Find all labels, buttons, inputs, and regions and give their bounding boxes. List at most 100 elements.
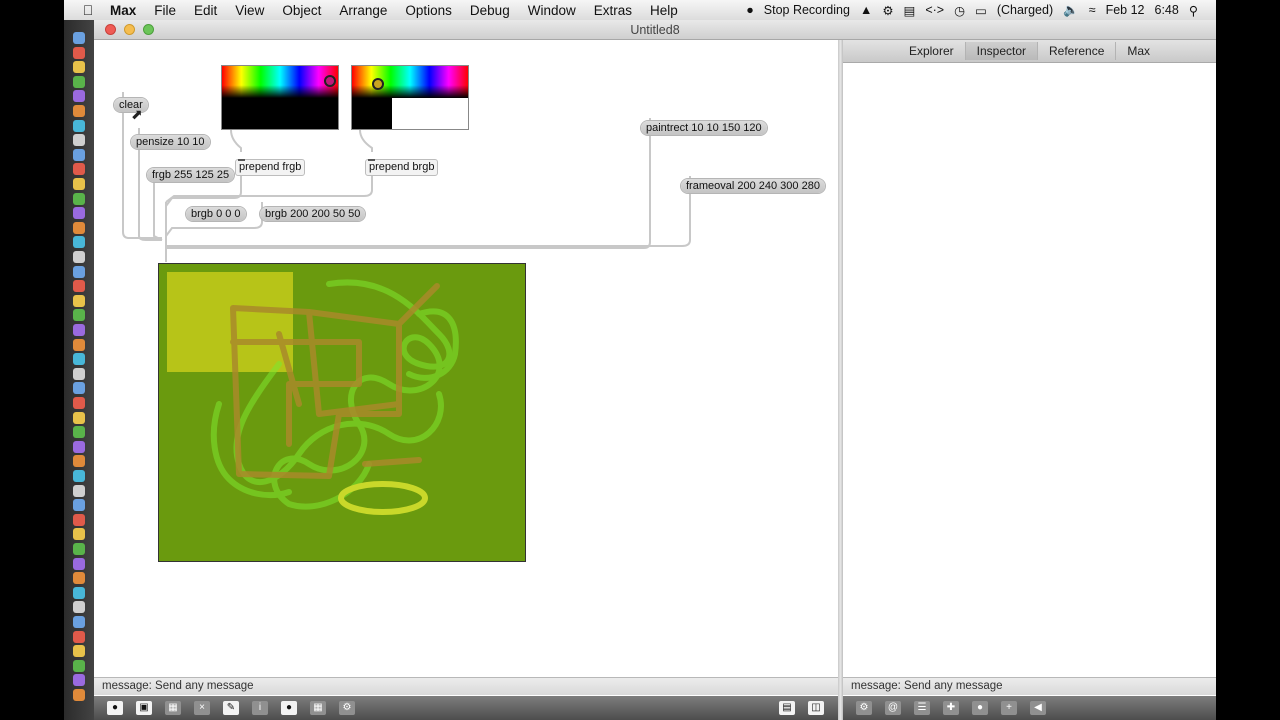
brgb-black-message[interactable]: brgb 0 0 0	[186, 207, 246, 221]
background-color-swatch[interactable]	[351, 65, 469, 130]
dock-app-icon[interactable]	[73, 645, 85, 658]
dock-app-icon[interactable]	[73, 163, 85, 176]
dock-app-icon[interactable]	[73, 397, 85, 409]
dock-app-icon[interactable]	[73, 46, 85, 59]
time-machine-icon[interactable]: ◷	[954, 3, 965, 18]
dock-app-icon[interactable]	[73, 134, 85, 147]
pensize-message[interactable]: pensize 10 10	[131, 135, 210, 149]
dock-app-icon[interactable]	[73, 440, 85, 453]
list-icon[interactable]: ☰	[914, 701, 930, 715]
tab-reference[interactable]: Reference	[1037, 42, 1115, 60]
dock-app-icon[interactable]	[73, 338, 85, 351]
stop-recording-label[interactable]: Stop Recording	[764, 3, 850, 17]
settings-icon[interactable]: ⚙	[339, 701, 355, 715]
info-icon[interactable]: i	[252, 701, 268, 715]
dock-app-icon[interactable]	[73, 586, 85, 599]
display-icon[interactable]: ▤	[904, 3, 916, 18]
dock-app-icon[interactable]	[73, 148, 85, 161]
cross-icon[interactable]: ✚	[943, 701, 959, 715]
dock-app-icon[interactable]	[73, 601, 85, 614]
dock-app-icon[interactable]	[73, 543, 85, 555]
dock-app-icon[interactable]	[73, 192, 85, 205]
record-icon[interactable]: ●	[972, 701, 988, 715]
dock-app-icon[interactable]	[73, 528, 85, 541]
frgb-message[interactable]: frgb 255 125 25	[147, 168, 235, 182]
dock-app-icon[interactable]	[73, 309, 85, 322]
brgb-color-message[interactable]: brgb 200 200 50 50	[260, 207, 366, 221]
menu-object[interactable]: Object	[282, 3, 321, 18]
presentation-icon[interactable]: ▣	[136, 701, 152, 715]
menu-app[interactable]: Max	[110, 3, 136, 18]
dock-app-icon[interactable]	[73, 689, 85, 701]
dock-app-icon[interactable]	[73, 207, 85, 220]
prepend-brgb-object[interactable]: prepend brgb	[365, 159, 439, 176]
dock-app-icon[interactable]	[73, 513, 85, 526]
apple-icon[interactable]: 	[80, 2, 96, 18]
menu-view[interactable]: View	[235, 3, 264, 18]
split-vertical-icon[interactable]: ◫	[808, 701, 824, 715]
patcher-canvas[interactable]: clear ⬈ pensize 10 10 frgb 255 125 25 br…	[94, 40, 838, 696]
prepend-frgb-object[interactable]: prepend frgb	[235, 159, 306, 176]
tab-max[interactable]: Max	[1115, 42, 1161, 60]
dock-app-icon[interactable]	[73, 236, 85, 249]
dock-app-icon[interactable]	[73, 178, 85, 190]
menu-edit[interactable]: Edit	[194, 3, 217, 18]
dock-app-icon[interactable]	[73, 616, 85, 628]
drive-icon[interactable]: ▲	[860, 3, 872, 17]
dock-app-icon[interactable]	[73, 659, 85, 672]
dock-app-icon[interactable]	[73, 75, 85, 88]
dock-app-icon[interactable]	[73, 251, 85, 263]
lcd-drawing-surface[interactable]	[158, 263, 526, 562]
search-icon[interactable]: ⚲	[1189, 3, 1198, 18]
split-horizontal-icon[interactable]: ▤	[779, 701, 795, 715]
swatch-picker-handle[interactable]	[324, 75, 336, 87]
dock-app-icon[interactable]	[73, 61, 85, 74]
menu-options[interactable]: Options	[405, 3, 452, 18]
foreground-color-swatch[interactable]	[221, 65, 339, 130]
dock-app-icon[interactable]	[73, 426, 85, 439]
patch-cord-icon[interactable]: ●	[281, 701, 297, 715]
menu-window[interactable]: Window	[528, 3, 576, 18]
dock-app-icon[interactable]	[73, 411, 85, 424]
dock-app-icon[interactable]	[73, 105, 85, 117]
pencil-icon[interactable]: ✎	[223, 701, 239, 715]
dock-app-icon[interactable]	[73, 630, 85, 643]
frameoval-message[interactable]: frameoval 200 240 300 280	[681, 179, 825, 193]
dock-app-icon[interactable]	[73, 90, 85, 103]
dock-app-icon[interactable]	[73, 455, 85, 468]
dock-app-icon[interactable]	[73, 32, 85, 44]
dock-app-icon[interactable]	[73, 674, 85, 687]
dock-app-icon[interactable]	[73, 499, 85, 512]
dock-app-icon[interactable]	[73, 280, 85, 293]
wifi-icon[interactable]: ≈	[1089, 3, 1096, 17]
volume-icon[interactable]: 🔈	[1063, 3, 1079, 18]
dock-app-icon[interactable]	[73, 382, 85, 395]
lock-icon[interactable]: ●	[107, 701, 123, 715]
code-icon[interactable]: <·>	[925, 3, 944, 17]
menu-arrange[interactable]: Arrange	[339, 3, 387, 18]
dock-app-icon[interactable]	[73, 572, 85, 585]
at-icon[interactable]: @	[885, 701, 901, 715]
tab-inspector[interactable]: Inspector	[964, 42, 1037, 60]
dock-app-icon[interactable]	[73, 557, 85, 570]
record-icon[interactable]: ●	[746, 3, 754, 17]
battery-icon[interactable]: ▭	[975, 3, 987, 18]
dock-app-icon[interactable]	[73, 353, 85, 366]
paintrect-message[interactable]: paintrect 10 10 150 120	[641, 121, 767, 135]
dock-app-icon[interactable]	[73, 470, 85, 482]
swatch-picker-handle[interactable]	[372, 78, 384, 90]
gear-icon[interactable]: ⚙	[882, 3, 893, 18]
dock-app-icon[interactable]	[73, 294, 85, 307]
dock-app-icon[interactable]	[73, 484, 85, 497]
tab-explorer[interactable]: Explorer	[898, 42, 965, 60]
dock-app-icon[interactable]	[73, 221, 85, 234]
add-icon[interactable]: +	[1001, 701, 1017, 715]
close-icon[interactable]: ×	[194, 701, 210, 715]
gear-icon[interactable]: ⚙	[856, 701, 872, 715]
dock-app-icon[interactable]	[73, 324, 85, 336]
dock-app-icon[interactable]	[73, 119, 85, 132]
back-icon[interactable]: ◀	[1030, 701, 1046, 715]
snap-grid-icon[interactable]: ▦	[310, 701, 326, 715]
dock-app-icon[interactable]	[73, 367, 85, 380]
menu-help[interactable]: Help	[650, 3, 678, 18]
